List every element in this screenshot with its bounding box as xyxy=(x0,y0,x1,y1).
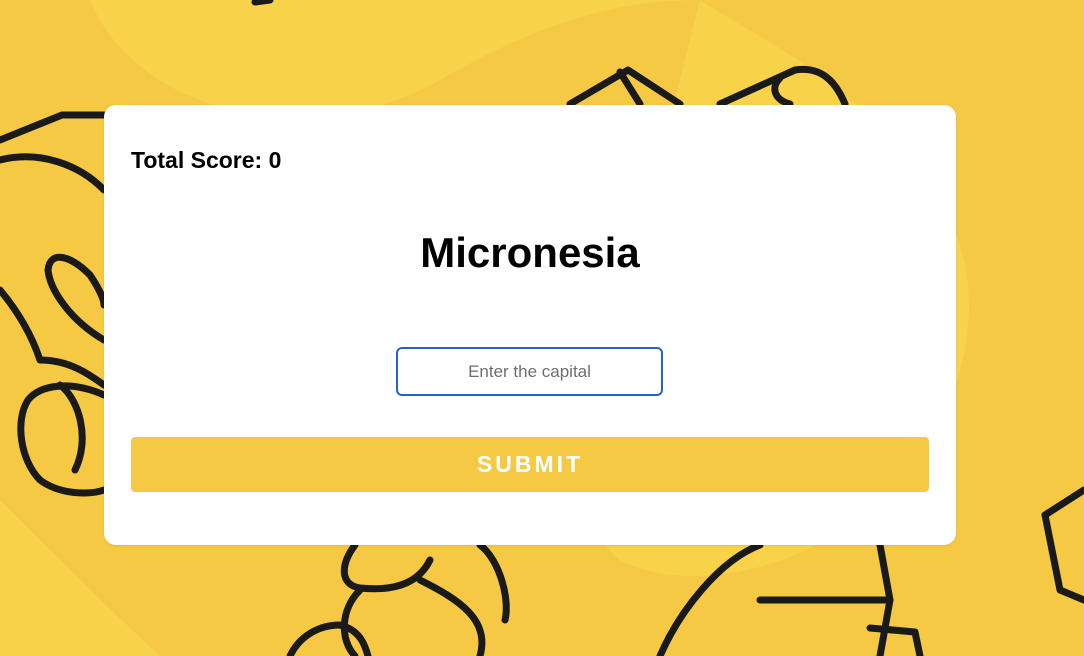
capital-input[interactable] xyxy=(396,347,663,396)
quiz-card: Total Score: 0 Micronesia SUBMIT xyxy=(104,105,956,545)
country-name: Micronesia xyxy=(420,229,640,276)
submit-button[interactable]: SUBMIT xyxy=(131,437,929,492)
total-score: Total Score: 0 xyxy=(131,147,282,173)
